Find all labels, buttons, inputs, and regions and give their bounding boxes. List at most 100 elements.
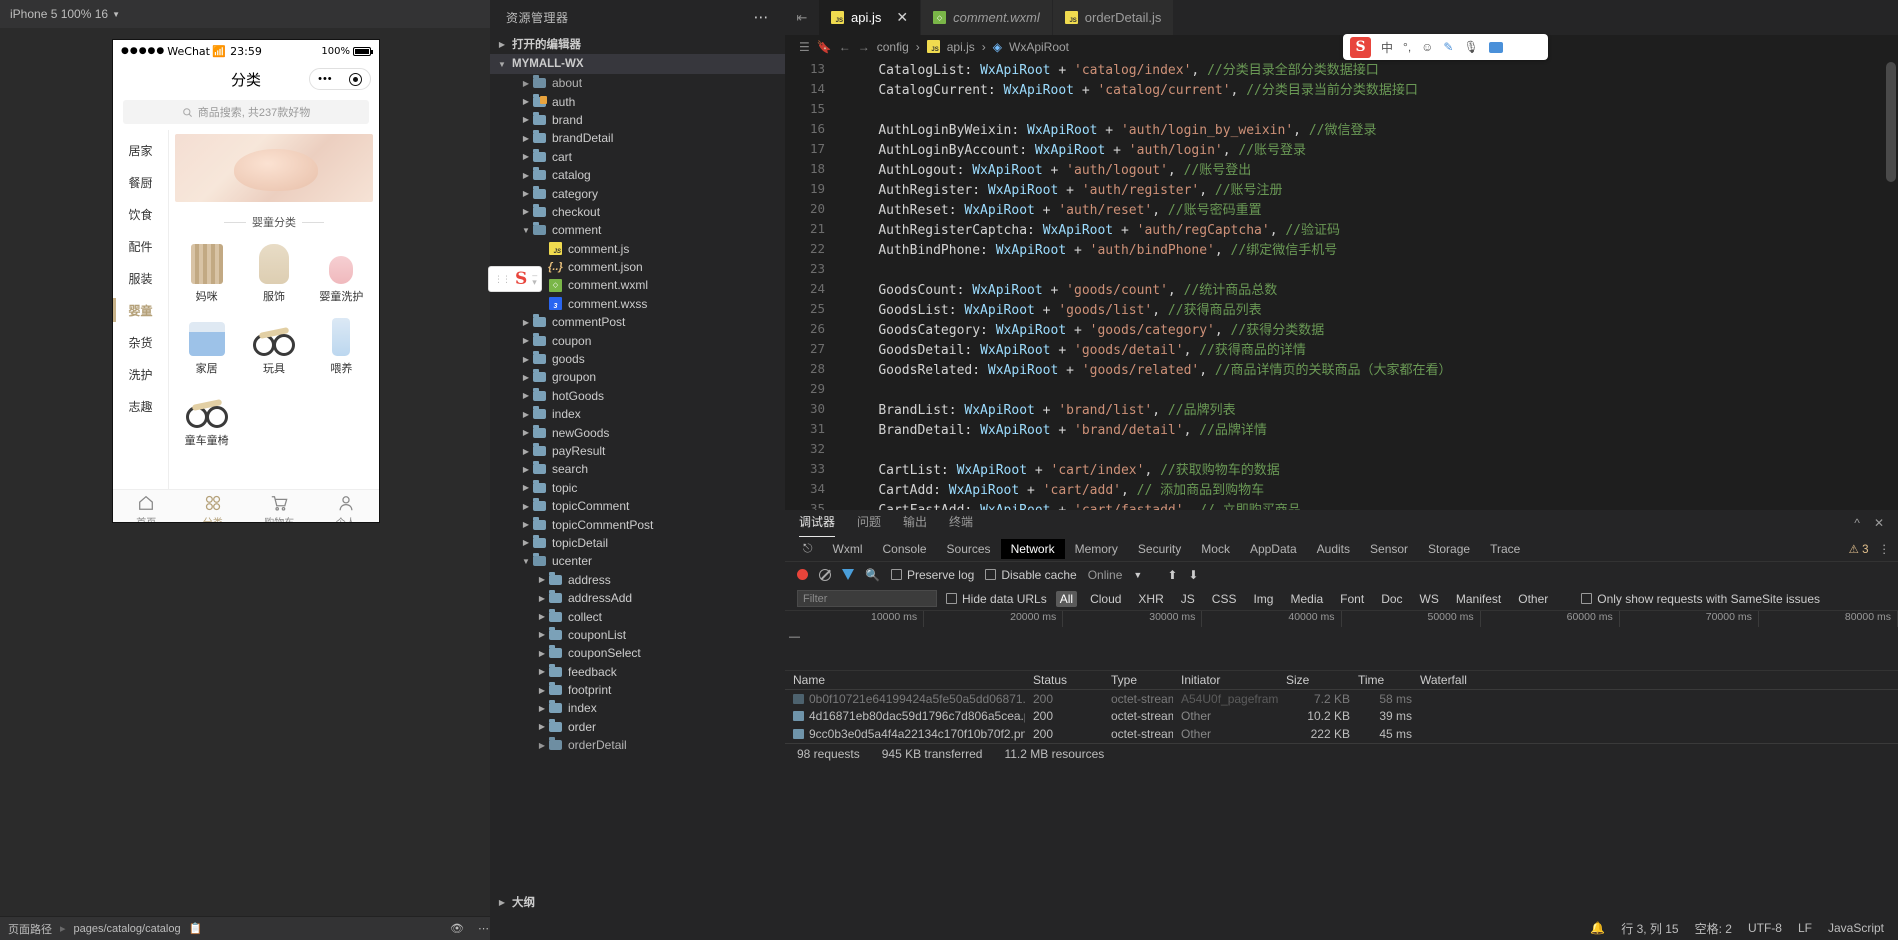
code-line[interactable]: 35 CartFastAdd: WxApiRoot + 'cart/fastad…: [785, 498, 1898, 511]
chevron-right-icon[interactable]: ▶: [536, 612, 548, 621]
tab-appdata[interactable]: AppData: [1240, 539, 1307, 559]
chevron-right-icon[interactable]: ▶: [520, 447, 532, 456]
filter-type-media[interactable]: Media: [1286, 591, 1327, 607]
filter-type-img[interactable]: Img: [1249, 591, 1277, 607]
more-vertical-icon[interactable]: ⋮: [1879, 542, 1891, 556]
emoji-icon[interactable]: ☺: [1421, 40, 1433, 54]
mic-icon[interactable]: 🎙: [1463, 40, 1478, 54]
copy-icon[interactable]: 📋: [189, 922, 203, 935]
keyboard-icon[interactable]: [1488, 41, 1503, 53]
chevron-up-icon[interactable]: ^: [1854, 516, 1860, 530]
tree-folder[interactable]: ▶ feedback: [490, 663, 785, 681]
tree-folder[interactable]: ▶ footprint: [490, 681, 785, 699]
editor-tab-api-js[interactable]: JS api.js ✕: [819, 0, 922, 35]
chevron-right-icon[interactable]: ▶: [520, 336, 532, 345]
tree-folder[interactable]: ▶ orderDetail: [490, 736, 785, 754]
close-icon[interactable]: ✕: [1874, 516, 1884, 530]
code-line[interactable]: 28 GoodsRelated: WxApiRoot + 'goods/rela…: [785, 358, 1898, 378]
tab-network[interactable]: Network: [1000, 538, 1065, 559]
sidebar-item-4[interactable]: 服装: [113, 262, 168, 294]
chevron-right-icon[interactable]: ▶: [520, 79, 532, 88]
hide-data-urls-checkbox[interactable]: Hide data URLs: [946, 592, 1047, 606]
chevron-right-icon[interactable]: ▶: [536, 594, 548, 603]
disable-cache-checkbox[interactable]: Disable cache: [985, 568, 1077, 582]
wechat-capsule[interactable]: •••: [309, 68, 371, 90]
tab-wxml[interactable]: Wxml: [823, 539, 873, 559]
tree-folder[interactable]: ▶ order: [490, 718, 785, 736]
tree-folder[interactable]: ▶ search: [490, 460, 785, 478]
encoding[interactable]: UTF-8: [1748, 921, 1782, 935]
tree-folder[interactable]: ▶ index: [490, 699, 785, 717]
tree-folder[interactable]: ▶ brandDetail: [490, 129, 785, 147]
code-line[interactable]: 33 CartList: WxApiRoot + 'cart/index', /…: [785, 458, 1898, 478]
more-icon[interactable]: ⋯: [478, 922, 489, 935]
chevron-right-icon[interactable]: ▶: [520, 391, 532, 400]
code-line[interactable]: 31 BrandDetail: WxApiRoot + 'brand/detai…: [785, 418, 1898, 438]
eye-icon[interactable]: 👁: [450, 922, 464, 935]
tree-folder[interactable]: ▶ catalog: [490, 166, 785, 184]
tree-folder[interactable]: ▶ cart: [490, 148, 785, 166]
search-icon[interactable]: 🔍: [865, 568, 880, 582]
col-time[interactable]: Time: [1350, 673, 1412, 687]
close-icon[interactable]: ✕: [896, 9, 908, 26]
code-editor[interactable]: 13 CatalogList: WxApiRoot + 'catalog/ind…: [785, 58, 1898, 511]
eol[interactable]: LF: [1798, 921, 1812, 935]
subcategory-item[interactable]: 玩具: [240, 310, 307, 376]
drag-handle[interactable]: ⋮⋮: [494, 274, 511, 283]
sidebar-item-5-selected[interactable]: 婴童: [113, 294, 168, 326]
tree-file[interactable]: JS comment.js: [490, 240, 785, 258]
chevron-right-icon[interactable]: ▶: [536, 667, 548, 676]
chevron-right-icon[interactable]: ▶: [520, 115, 532, 124]
code-line[interactable]: 18 AuthLogout: WxApiRoot + 'auth/logout'…: [785, 158, 1898, 178]
close-capsule-icon[interactable]: [348, 72, 362, 86]
chevron-right-icon[interactable]: ▶: [520, 483, 532, 492]
code-line[interactable]: 13 CatalogList: WxApiRoot + 'catalog/ind…: [785, 58, 1898, 78]
chevron-down-icon[interactable]: ▼: [1133, 570, 1142, 580]
code-line[interactable]: 26 GoodsCategory: WxApiRoot + 'goods/cat…: [785, 318, 1898, 338]
chevron-right-icon[interactable]: ▶: [520, 355, 532, 364]
chevron-right-icon[interactable]: ▶: [536, 686, 548, 695]
tree-folder[interactable]: ▶ checkout: [490, 203, 785, 221]
code-line[interactable]: 25 GoodsList: WxApiRoot + 'goods/list', …: [785, 298, 1898, 318]
tree-folder[interactable]: ▶ couponList: [490, 626, 785, 644]
panel-tab-problems[interactable]: 问题: [857, 513, 881, 533]
chevron-right-icon[interactable]: ▶: [520, 318, 532, 327]
filter-type-js[interactable]: JS: [1177, 591, 1199, 607]
tree-folder[interactable]: ▶ category: [490, 184, 785, 202]
cursor-select-icon[interactable]: ⎋: [793, 538, 823, 559]
throttle-select[interactable]: Online: [1088, 568, 1123, 582]
editor-scrollbar[interactable]: [1886, 62, 1896, 182]
table-body[interactable]: 0b0f10721e64199424a5fe50a5dd06871.png 200…: [785, 690, 1898, 743]
ime-floating-badge-explorer[interactable]: ⋮⋮ S – ▾: [488, 266, 543, 292]
tree-folder[interactable]: ▶ topicCommentPost: [490, 515, 785, 533]
tree-folder[interactable]: ▶ index: [490, 405, 785, 423]
breadcrumb-file[interactable]: api.js: [947, 40, 975, 54]
tree-folder[interactable]: ▶ collect: [490, 607, 785, 625]
chevron-right-icon[interactable]: ▶: [520, 134, 532, 143]
chevron-right-icon[interactable]: ▶: [536, 741, 548, 750]
code-line[interactable]: 16 AuthLoginByWeixin: WxApiRoot + 'auth/…: [785, 118, 1898, 138]
code-line[interactable]: 32: [785, 438, 1898, 458]
subcategory-item[interactable]: 喂养: [308, 310, 375, 376]
chevron-right-icon[interactable]: ▶: [520, 171, 532, 180]
sidebar-item-6[interactable]: 杂货: [113, 326, 168, 358]
preserve-log-checkbox[interactable]: Preserve log: [890, 568, 974, 582]
tree-folder[interactable]: ▼ ucenter: [490, 552, 785, 570]
tree-folder[interactable]: ▶ commentPost: [490, 313, 785, 331]
sidebar-item-1[interactable]: 餐厨: [113, 166, 168, 198]
subcategory-item[interactable]: 家居: [173, 310, 240, 376]
language-mode[interactable]: JavaScript: [1828, 921, 1884, 935]
record-icon[interactable]: [797, 569, 808, 580]
tab-mock[interactable]: Mock: [1191, 539, 1240, 559]
col-initiator[interactable]: Initiator: [1173, 673, 1278, 687]
tab-sensor[interactable]: Sensor: [1360, 539, 1418, 559]
tree-folder[interactable]: ▶ topicDetail: [490, 534, 785, 552]
tab-security[interactable]: Security: [1128, 539, 1191, 559]
ime-expand-icon[interactable]: – ▾: [532, 271, 537, 287]
chevron-right-icon[interactable]: ▶: [536, 722, 548, 731]
filter-input[interactable]: Filter: [797, 590, 937, 607]
chevron-right-icon[interactable]: ▶: [520, 152, 532, 161]
chevron-right-icon[interactable]: ▶: [520, 520, 532, 529]
samesite-checkbox[interactable]: Only show requests with SameSite issues: [1581, 592, 1820, 606]
tree-folder[interactable]: ▶ coupon: [490, 331, 785, 349]
